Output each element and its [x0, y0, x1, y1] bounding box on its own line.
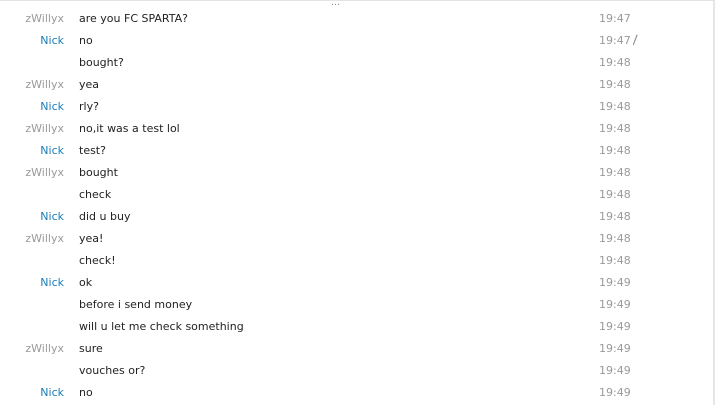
message-text: did u buy	[79, 210, 131, 223]
message-row: zWillyx yea 19:48	[0, 74, 715, 96]
message-row: Nick ok 19:49	[0, 272, 715, 294]
message-timestamp: 19:49	[599, 364, 631, 377]
message-text: yea	[79, 78, 100, 91]
message-list: zWillyx are you FC SPARTA? 19:47 Nick no…	[0, 8, 715, 404]
message-sender[interactable]: zWillyx	[0, 338, 64, 360]
message-text: yea!	[79, 232, 104, 245]
message-row: zWillyx bought 19:48	[0, 162, 715, 184]
message-text: will u let me check something	[79, 320, 244, 333]
message-timestamp: 19:49	[599, 386, 631, 399]
resize-grip-icon[interactable]: …	[331, 0, 341, 8]
message-text: before i send money	[79, 298, 193, 311]
message-timestamp: 19:48	[599, 144, 631, 157]
message-sender[interactable]: zWillyx	[0, 118, 64, 140]
message-sender[interactable]: zWillyx	[0, 162, 64, 184]
message-row: Nick no 19:47	[0, 30, 715, 52]
message-timestamp: 19:48	[599, 122, 631, 135]
message-row: zWillyx sure 19:49	[0, 338, 715, 360]
message-text: bought?	[79, 56, 124, 69]
message-timestamp: 19:47	[599, 34, 631, 47]
message-text: are you FC SPARTA?	[79, 12, 189, 25]
message-sender[interactable]: zWillyx	[0, 74, 64, 96]
message-timestamp: 19:49	[599, 320, 631, 333]
message-sender[interactable]: Nick	[0, 382, 64, 404]
message-row: check! 19:48	[0, 250, 715, 272]
message-text: rly?	[79, 100, 99, 113]
message-sender[interactable]: Nick	[0, 140, 64, 162]
message-row: Nick no 19:49	[0, 382, 715, 404]
message-timestamp: 19:48	[599, 210, 631, 223]
message-timestamp: 19:48	[599, 56, 631, 69]
message-row: Nick test? 19:48	[0, 140, 715, 162]
message-text: sure	[79, 342, 103, 355]
message-row: zWillyx are you FC SPARTA? 19:47	[0, 8, 715, 30]
message-text: vouches or?	[79, 364, 146, 377]
message-timestamp: 19:48	[599, 78, 631, 91]
message-timestamp: 19:48	[599, 166, 631, 179]
message-timestamp: 19:48	[599, 188, 631, 201]
pencil-edit-icon[interactable]	[632, 34, 638, 46]
message-row: zWillyx yea! 19:48	[0, 228, 715, 250]
message-text: check	[79, 188, 112, 201]
message-timestamp: 19:47	[599, 12, 631, 25]
message-row: before i send money 19:49	[0, 294, 715, 316]
message-timestamp: 19:48	[599, 254, 631, 267]
message-timestamp: 19:48	[599, 100, 631, 113]
message-sender[interactable]: zWillyx	[0, 228, 64, 250]
message-text: no	[79, 386, 93, 399]
message-sender[interactable]: Nick	[0, 272, 64, 294]
message-text: ok	[79, 276, 93, 289]
message-row: check 19:48	[0, 184, 715, 206]
chat-history-panel: … zWillyx are you FC SPARTA? 19:47 Nick …	[0, 0, 715, 405]
message-row: Nick did u buy 19:48	[0, 206, 715, 228]
message-sender[interactable]: zWillyx	[0, 8, 64, 30]
message-timestamp: 19:49	[599, 298, 631, 311]
message-timestamp: 19:49	[599, 276, 631, 289]
message-sender[interactable]: Nick	[0, 206, 64, 228]
message-timestamp: 19:49	[599, 342, 631, 355]
message-row: will u let me check something 19:49	[0, 316, 715, 338]
message-text: check!	[79, 254, 116, 267]
message-row: bought? 19:48	[0, 52, 715, 74]
message-row: zWillyx no,it was a test lol 19:48	[0, 118, 715, 140]
message-sender[interactable]: Nick	[0, 96, 64, 118]
message-row: Nick rly? 19:48	[0, 96, 715, 118]
message-text: no	[79, 34, 93, 47]
message-timestamp: 19:48	[599, 232, 631, 245]
message-row: vouches or? 19:49	[0, 360, 715, 382]
message-text: bought	[79, 166, 118, 179]
message-text: test?	[79, 144, 106, 157]
message-sender[interactable]: Nick	[0, 30, 64, 52]
message-text: no,it was a test lol	[79, 122, 180, 135]
